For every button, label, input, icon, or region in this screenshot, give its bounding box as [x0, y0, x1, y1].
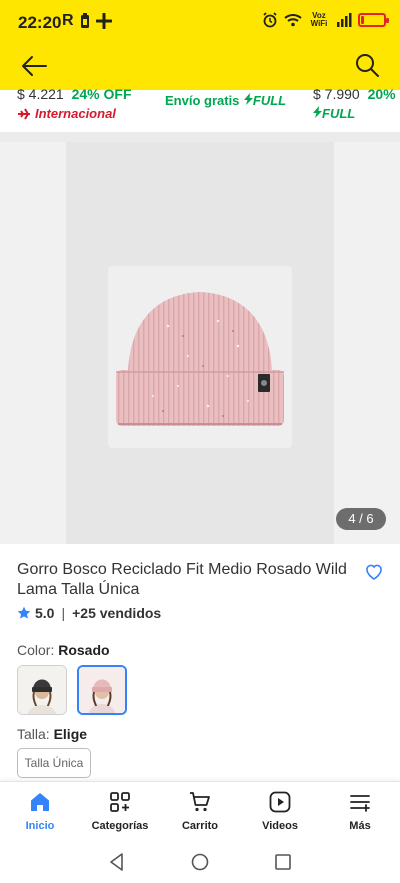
system-nav-bar: [0, 841, 400, 883]
related-item[interactable]: Envío gratis FULL: [165, 92, 286, 134]
bolt-icon: [243, 93, 253, 105]
r-icon: R: [62, 12, 74, 29]
plane-icon: [18, 107, 30, 120]
swatch-image-pink-beanie: [79, 667, 125, 713]
related-item-price: $ 4.221 24% OFF: [17, 86, 132, 102]
related-items-strip: $ 4.221 24% OFF Internacional Envío grat…: [0, 86, 400, 134]
product-image-card: [108, 266, 292, 448]
color-swatch-black[interactable]: [17, 665, 67, 715]
size-label: Talla: Elige: [17, 726, 88, 742]
battery-saver-icon: [80, 13, 89, 28]
color-label: Color: Rosado: [17, 642, 110, 658]
system-home-icon[interactable]: [189, 851, 211, 873]
voz-wifi-label: Voz WiFi: [310, 11, 328, 28]
plus-icon: [95, 13, 112, 29]
video-icon: [269, 791, 291, 813]
product-gallery[interactable]: 4 / 6: [0, 142, 400, 544]
status-right-icons: Voz WiFi: [262, 11, 389, 28]
image-counter: 4 / 6: [336, 508, 386, 530]
status-left-icons: R: [62, 12, 112, 30]
alarm-icon: [263, 12, 277, 28]
color-swatch-pink[interactable]: [77, 665, 127, 715]
discount-badge: 24% OFF: [71, 86, 132, 102]
wifi-icon: [284, 14, 302, 27]
price-value: $ 7.990: [313, 86, 360, 102]
nav-categorias[interactable]: Categorías: [80, 790, 160, 832]
status-bar: 22:20 R Voz WiFi: [0, 0, 400, 44]
price-value: $ 4.221: [17, 86, 64, 102]
product-rating[interactable]: 5.0 | +25 vendidos: [17, 605, 161, 621]
home-icon: [31, 793, 49, 811]
related-item[interactable]: $ 7.990 20% O FULL: [313, 86, 400, 132]
international-badge: Internacional: [17, 106, 132, 121]
section-divider: [0, 132, 400, 142]
selected-color: Rosado: [58, 642, 110, 658]
gallery-current-image: [66, 142, 334, 544]
system-recents-icon[interactable]: [272, 851, 294, 873]
rating-score: 5.0: [35, 605, 55, 621]
rating-separator: |: [61, 605, 66, 621]
app-header: 22:20 R Voz WiFi: [0, 0, 400, 90]
signal-icon: [337, 13, 352, 27]
back-button[interactable]: [20, 54, 48, 78]
search-button[interactable]: [354, 52, 380, 78]
bottom-nav: Inicio Categorías Carrito Videos Más: [0, 781, 400, 841]
nav-carrito[interactable]: Carrito: [160, 790, 240, 832]
gallery-prev-image: [0, 142, 66, 544]
cart-icon: [190, 792, 210, 812]
battery-icon: [358, 13, 389, 27]
menu-more-icon: [350, 795, 370, 812]
product-title: Gorro Bosco Reciclado Fit Medio Rosado W…: [17, 561, 347, 598]
sold-count: +25 vendidos: [72, 605, 162, 621]
full-badge: FULL: [313, 106, 400, 121]
related-item-price: $ 7.990 20% O: [313, 86, 400, 102]
free-shipping-label: Envío gratis: [165, 93, 240, 108]
categories-icon: [110, 792, 130, 812]
status-time: 22:20: [18, 13, 62, 32]
bolt-icon: [313, 106, 322, 118]
favorite-heart-icon[interactable]: [364, 562, 384, 582]
product-page: 22:20 R Voz WiFi $ 4.221 24% OFF Interna…: [0, 0, 400, 883]
nav-mas[interactable]: Más: [320, 790, 400, 832]
battery-level: [361, 16, 364, 24]
size-option-button[interactable]: Talla Única: [17, 748, 91, 778]
star-icon: [17, 606, 31, 619]
swatch-image-black-beanie: [18, 666, 66, 714]
product-image-beanie: [116, 292, 284, 426]
nav-inicio[interactable]: Inicio: [0, 790, 80, 832]
nav-videos[interactable]: Videos: [240, 790, 320, 832]
related-item[interactable]: $ 4.221 24% OFF Internacional: [17, 86, 132, 132]
selected-size: Elige: [53, 726, 88, 742]
header-nav: [0, 46, 400, 86]
gallery-next-image: [334, 142, 400, 544]
full-badge: FULL: [243, 93, 286, 108]
discount-badge: 20% O: [367, 86, 400, 102]
system-back-icon[interactable]: [106, 851, 128, 873]
